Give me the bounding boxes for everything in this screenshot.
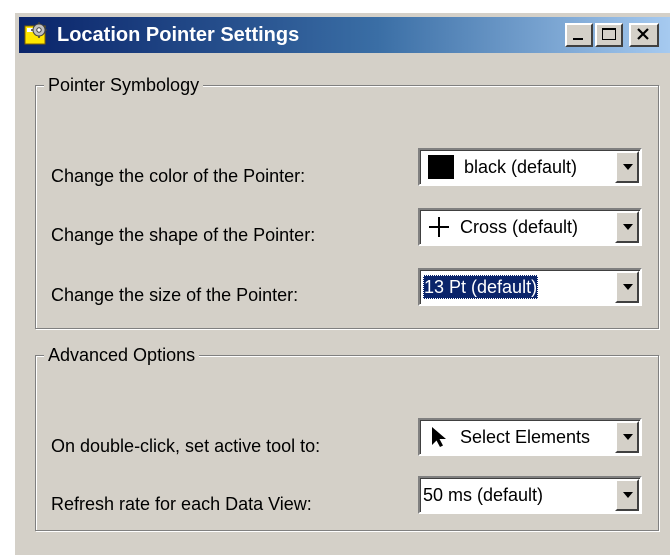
double-click-tool-value: Select Elements	[460, 427, 591, 447]
chevron-down-icon	[623, 284, 633, 290]
window-title: Location Pointer Settings	[57, 24, 300, 46]
advanced-options-group: Advanced Options On double-click, set ac…	[35, 343, 659, 531]
pointer-color-dropdown-button[interactable]	[615, 151, 639, 183]
pointer-shape-value: Cross (default)	[460, 217, 579, 237]
maximize-button[interactable]	[595, 23, 623, 47]
color-swatch-icon	[428, 155, 454, 179]
refresh-rate-dropdown-button[interactable]	[615, 479, 639, 511]
pointer-shape-label: Change the shape of the Pointer:	[51, 225, 316, 245]
pointer-size-label: Change the size of the Pointer:	[51, 285, 299, 305]
arrow-pointer-icon	[432, 427, 446, 447]
refresh-rate-value: 50 ms (default)	[423, 485, 544, 505]
pointer-color-label: Change the color of the Pointer:	[51, 166, 306, 186]
cross-icon	[429, 217, 449, 237]
chevron-down-icon	[623, 492, 633, 498]
chevron-down-icon	[623, 224, 633, 230]
chevron-down-icon	[623, 434, 633, 440]
double-click-tool-label: On double-click, set active tool to:	[51, 436, 321, 456]
refresh-rate-combo[interactable]: 50 ms (default)	[418, 476, 642, 514]
minimize-button[interactable]	[565, 23, 593, 47]
pointer-shape-combo[interactable]: Cross (default)	[418, 208, 642, 246]
maximize-icon	[602, 28, 616, 40]
chevron-down-icon	[623, 164, 633, 170]
title-bar[interactable]: Location Pointer Settings	[19, 17, 670, 53]
settings-app-icon	[24, 22, 47, 45]
advanced-options-legend: Advanced Options	[44, 343, 200, 367]
minimize-icon	[573, 38, 583, 40]
close-button[interactable]	[629, 23, 659, 47]
pointer-size-value: 13 Pt (default)	[423, 275, 539, 299]
double-click-tool-combo[interactable]: Select Elements	[418, 418, 642, 456]
double-click-tool-dropdown-button[interactable]	[615, 421, 639, 453]
pointer-size-combo[interactable]: 13 Pt (default)	[418, 268, 642, 306]
pointer-shape-dropdown-button[interactable]	[615, 211, 639, 243]
refresh-rate-label: Refresh rate for each Data View:	[51, 494, 312, 514]
pointer-symbology-group: Pointer Symbology Change the color of th…	[35, 73, 659, 329]
pointer-symbology-legend: Pointer Symbology	[44, 73, 204, 97]
window-client-area: Location Pointer Settings Pointer Symbol…	[14, 12, 670, 555]
pointer-color-combo[interactable]: black (default)	[418, 148, 642, 186]
close-icon	[637, 28, 649, 40]
location-pointer-settings-window: Location Pointer Settings Pointer Symbol…	[0, 0, 672, 555]
pointer-size-dropdown-button[interactable]	[615, 271, 639, 303]
pointer-color-value: black (default)	[464, 157, 578, 177]
